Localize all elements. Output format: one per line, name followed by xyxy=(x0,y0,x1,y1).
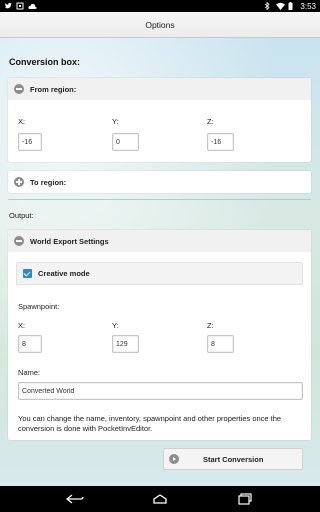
spawn-z-label: Z: xyxy=(207,321,214,330)
battery-icon xyxy=(288,2,296,10)
twitter-icon xyxy=(4,2,12,10)
options-content[interactable]: Conversion box: From region: X: Y: Z: To… xyxy=(0,38,320,486)
to-region-label: To region: xyxy=(30,177,67,187)
from-y-input[interactable] xyxy=(112,133,139,151)
action-bar: Options xyxy=(0,12,320,38)
world-name-input[interactable] xyxy=(18,382,303,400)
arrow-right-icon xyxy=(169,454,179,464)
collapse-icon xyxy=(14,236,24,246)
output-title: Output: xyxy=(9,211,34,220)
world-export-label: World Export Settings xyxy=(30,236,109,246)
navigation-bar xyxy=(0,486,320,512)
from-region-label: From region: xyxy=(30,84,77,94)
back-icon[interactable] xyxy=(65,492,85,506)
spawn-y-label: Y: xyxy=(112,321,119,330)
recents-icon[interactable] xyxy=(235,492,255,506)
spawnpoint-label: Spawnpoint: xyxy=(18,302,60,311)
start-conversion-button[interactable]: Start Conversion xyxy=(163,448,303,470)
page-title: Options xyxy=(145,19,175,30)
status-bar: 3:53 xyxy=(0,0,320,12)
section-divider xyxy=(8,199,311,200)
from-z-label: Z: xyxy=(207,117,214,126)
from-x-label: X: xyxy=(18,117,26,126)
from-region-panel: From region: X: Y: Z: xyxy=(8,78,311,162)
spawn-x-label: X: xyxy=(18,321,26,330)
checkbox-checked-icon xyxy=(23,269,32,278)
to-region-header[interactable]: To region: xyxy=(8,171,311,193)
spawn-y-input[interactable] xyxy=(112,335,139,353)
notification-icon xyxy=(16,2,24,10)
status-bar-left xyxy=(4,2,37,10)
spawn-z-input[interactable] xyxy=(207,335,234,353)
conversion-box-title: Conversion box: xyxy=(9,57,81,67)
from-x-input[interactable] xyxy=(18,133,42,151)
status-bar-right: 3:53 xyxy=(264,2,316,11)
start-conversion-label: Start Conversion xyxy=(203,454,264,464)
to-region-panel: To region: xyxy=(8,171,311,193)
name-label: Name: xyxy=(18,368,41,377)
wifi-icon xyxy=(276,2,286,10)
info-text: You can change the name, inventory, spaw… xyxy=(18,414,282,433)
creative-mode-label: Creative mode xyxy=(38,269,90,278)
spawn-x-input[interactable] xyxy=(18,335,42,353)
expand-icon xyxy=(14,177,24,187)
home-icon[interactable] xyxy=(150,492,170,506)
creative-mode-checkbox[interactable]: Creative mode xyxy=(16,262,303,285)
from-region-header[interactable]: From region: xyxy=(8,78,311,100)
bluetooth-icon xyxy=(264,1,272,11)
from-y-label: Y: xyxy=(112,117,119,126)
world-export-header[interactable]: World Export Settings xyxy=(8,230,311,252)
status-time: 3:53 xyxy=(300,1,316,11)
collapse-icon xyxy=(14,84,24,94)
cloud-icon xyxy=(28,2,37,10)
from-z-input[interactable] xyxy=(207,133,234,151)
